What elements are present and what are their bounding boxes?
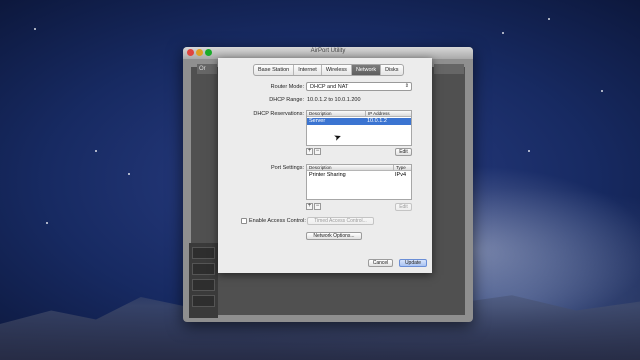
row-description: Printer Sharing: [309, 172, 346, 178]
enable-access-control-checkbox[interactable]: [241, 218, 247, 224]
dhcp-range-value: 10.0.1.2 to 10.0.1.200: [307, 97, 361, 103]
row-type: IPv4: [395, 172, 407, 178]
router-mode-popup[interactable]: DHCP and NAT ⇕: [306, 82, 412, 91]
column-type[interactable]: Type: [393, 165, 406, 170]
tab-bar: Base Station Internet Wireless Network D…: [253, 64, 404, 76]
remove-reservation-button[interactable]: −: [314, 148, 321, 155]
dhcp-range-label: DHCP Range:: [269, 97, 304, 103]
column-description[interactable]: Description: [307, 111, 332, 116]
tab-wireless[interactable]: Wireless: [322, 65, 352, 75]
column-ip-address[interactable]: IP Address: [365, 111, 390, 116]
right-panel: [434, 64, 464, 74]
updown-arrows-icon: ⇕: [404, 83, 409, 89]
column-description[interactable]: Description: [307, 165, 332, 170]
dhcp-reservations-table[interactable]: Description IP Address Server 10.0.1.2: [306, 110, 412, 146]
timed-access-control-button[interactable]: Timed Access Control...: [307, 217, 374, 225]
cancel-button[interactable]: Cancel: [368, 259, 393, 267]
tab-internet[interactable]: Internet: [294, 65, 322, 75]
network-options-button[interactable]: Network Options...: [306, 232, 362, 240]
edit-port-button[interactable]: Edit: [395, 203, 412, 211]
router-mode-value: DHCP and NAT: [310, 84, 349, 90]
tab-disks[interactable]: Disks: [381, 65, 402, 75]
add-reservation-button[interactable]: +: [306, 148, 313, 155]
dhcp-reservations-label: DHCP Reservations:: [253, 111, 304, 117]
base-station-label: Or: [197, 64, 217, 74]
update-button[interactable]: Update: [399, 259, 427, 267]
tab-base-station[interactable]: Base Station: [254, 65, 295, 75]
table-header: Description IP Address: [307, 111, 411, 117]
port-settings-label: Port Settings:: [270, 165, 304, 171]
port-settings-table[interactable]: Description Type Printer Sharing IPv4: [306, 164, 412, 200]
table-row[interactable]: Server 10.0.1.2: [307, 118, 411, 125]
edit-reservation-button[interactable]: Edit: [395, 148, 412, 156]
enable-access-control-label: Enable Access Control:: [249, 218, 306, 224]
remove-port-button[interactable]: −: [314, 203, 321, 210]
router-mode-label: Router Mode:: [270, 84, 304, 90]
table-header: Description Type: [307, 165, 411, 171]
row-description: Server: [309, 118, 326, 124]
add-port-button[interactable]: +: [306, 203, 313, 210]
tab-network[interactable]: Network: [351, 65, 382, 75]
table-row[interactable]: Printer Sharing IPv4: [307, 172, 411, 179]
row-ip: 10.0.1.2: [367, 118, 387, 124]
left-panel: [189, 243, 218, 318]
window-title: AirPort Utility: [310, 48, 346, 54]
